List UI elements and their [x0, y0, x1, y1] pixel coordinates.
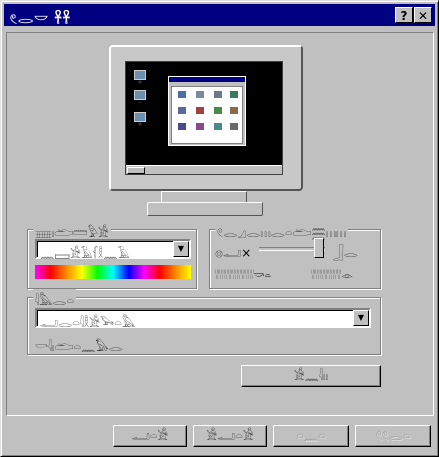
monitor-preview: 𓂀 𓊖 𓂀	[109, 45, 303, 191]
folder-icon	[196, 123, 204, 130]
color-spectrum[interactable]	[35, 265, 191, 279]
background-combo[interactable]: 𓈖𓈙𓀀𓄿𓆳𓎛𓈖𓄿 ▼	[35, 239, 191, 261]
start-button	[127, 167, 145, 174]
folder-icon	[178, 107, 186, 114]
mini-window	[168, 76, 246, 146]
help-title-button[interactable]: ?	[395, 7, 413, 23]
folder-icon	[230, 91, 238, 98]
slider-bottom-right-label: 𓏾𓏾𓏾𓏾𓏾𓏾𓏾𓁹	[311, 271, 354, 282]
settings-button[interactable]: 𓀀𓈖𓇋𓏤𓏤	[241, 365, 381, 387]
preview-taskbar	[126, 165, 282, 174]
display-properties-window: 𓏲𓂋𓎟 𓋹𓋹 ? ✕ 𓂀 𓊖 𓂀 𓈈𓏤𓂧𓏠𓅱𓀀 𓈖𓈙𓀀𓄿𓆳𓎛𓈖𓄿 ▼ 𓏲𓂋𓈎𓂋𓏥…	[0, 0, 439, 457]
slider-group-label: 𓏲𓂋𓈎𓂋𓏥𓂋𓏏𓂧𓈗𓏥𓏥	[215, 221, 349, 241]
folder-icon	[230, 107, 238, 114]
chevron-down-icon[interactable]: ▼	[173, 241, 189, 257]
slider-thumb[interactable]	[314, 238, 324, 258]
window-title: 𓏲𓂋𓎟 𓋹𓋹	[10, 12, 71, 27]
help-button[interactable]: 𓏲𓏲𓂋𓏏	[355, 425, 431, 447]
cancel-button[interactable]: 𓀀𓂝𓏏𓀀	[193, 425, 267, 447]
ok-button[interactable]: 𓂝𓏏𓀀	[113, 425, 187, 447]
folder-icon	[178, 91, 186, 98]
monitor-screen: 𓂀 𓊖 𓂀	[125, 61, 283, 175]
close-button[interactable]: ✕	[414, 7, 432, 23]
background-group-label: 𓈈𓏤𓂧𓏠𓅱𓀀	[33, 221, 111, 241]
slider-left-label: 𓊖𓂝×	[215, 246, 252, 260]
desktop-icon: 𓂀	[130, 112, 150, 126]
scheme-group-label: 𓇋𓅓𓂋𓏏	[33, 289, 77, 309]
apply-button[interactable]: 𓏏𓈖𓏏	[273, 425, 349, 447]
scheme-combo-value: 𓂝𓂋𓏏𓇋𓎛𓀀𓅨𓏏𓅓	[40, 316, 136, 330]
folder-icon	[230, 123, 238, 130]
computer-icon	[134, 70, 146, 80]
folder-icon	[196, 107, 204, 114]
desktop-icon: 𓂀	[130, 70, 150, 84]
desktop-icon: 𓊖	[130, 90, 150, 104]
slider-bottom-left-label: 𓏾𓏾𓏾𓏾𓏾𓏾𓏾𓏾𓏾𓎡𓏏	[215, 271, 271, 282]
slider-right-label: 𓃀𓂋	[333, 246, 358, 260]
chevron-down-icon[interactable]: ▼	[353, 310, 369, 326]
network-icon	[134, 90, 146, 100]
title-bar[interactable]: 𓏲𓂋𓎟 𓋹𓋹 ? ✕	[4, 4, 435, 27]
mini-window-title	[169, 77, 245, 82]
scheme-footer-text: 𓎡𓇋𓏤𓂧𓏏𓈖𓅃𓂋	[35, 340, 123, 354]
folder-icon	[214, 107, 222, 114]
monitor-base	[147, 202, 263, 216]
mini-window-body	[171, 86, 243, 144]
background-combo-value: 𓈖𓈙𓀀𓄿𓆳𓎛𓈖𓄿	[40, 247, 130, 261]
folder-icon	[178, 123, 186, 130]
folder-icon	[196, 91, 204, 98]
scheme-combo[interactable]: 𓂝𓂋𓏏𓇋𓎛𓀀𓅨𓏏𓅓 ▼	[35, 308, 371, 330]
folder-icon	[214, 123, 222, 130]
recycle-bin-icon	[134, 112, 146, 122]
folder-icon	[214, 91, 222, 98]
